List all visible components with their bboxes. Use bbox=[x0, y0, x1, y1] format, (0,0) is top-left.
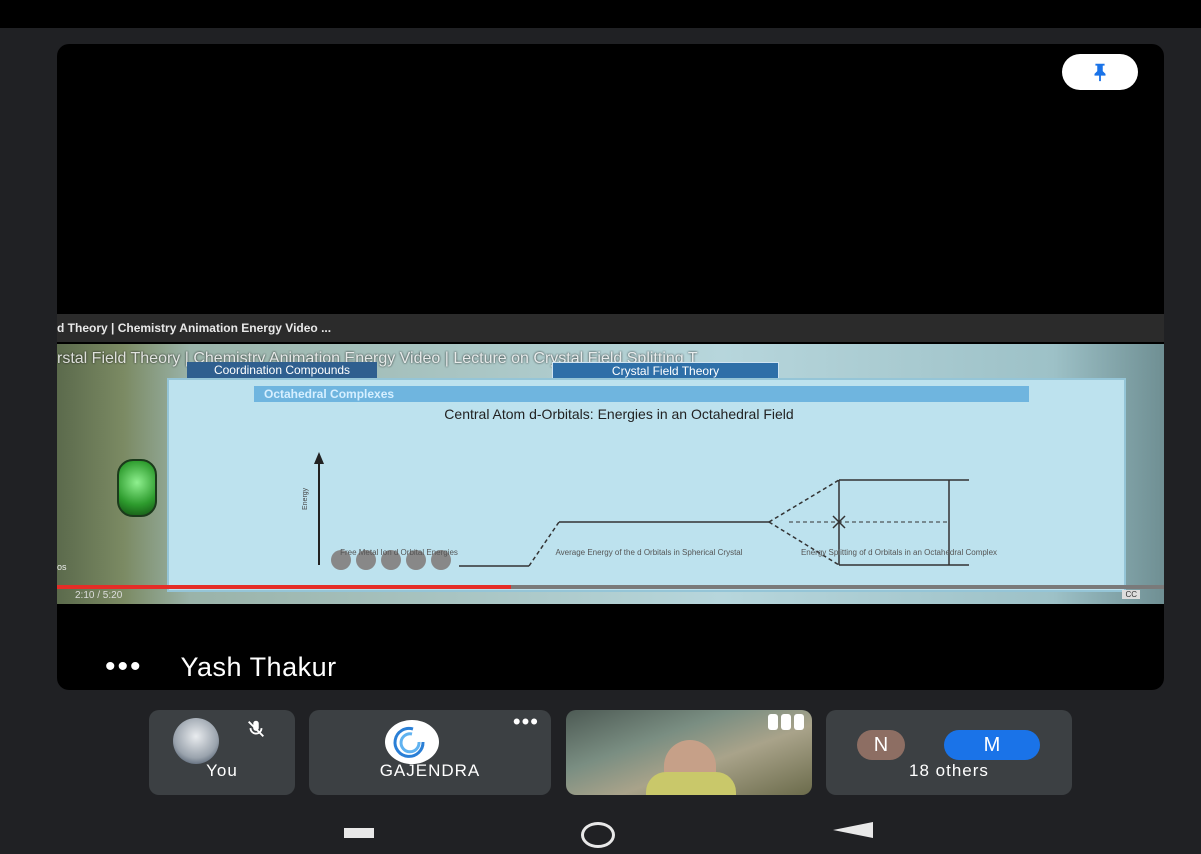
participant-tile-you[interactable]: You bbox=[149, 710, 295, 795]
orbital-diagram: Energy bbox=[302, 452, 969, 570]
participant-label: 18 others bbox=[909, 761, 989, 780]
avatar-chip-m: M bbox=[944, 730, 1040, 760]
video-side-knob bbox=[117, 459, 157, 517]
more-dots-icon[interactable]: ••• bbox=[513, 711, 539, 733]
lecture-slide: Octahedral Complexes Central Atom d-Orbi… bbox=[167, 378, 1126, 592]
caption-octahedral: Energy Splitting of d Orbitals in an Oct… bbox=[800, 548, 998, 557]
caption-spherical: Average Energy of the d Orbitals in Sphe… bbox=[555, 548, 743, 557]
status-bar bbox=[0, 0, 1201, 28]
navigation-bar bbox=[0, 800, 1201, 854]
participant-label: You bbox=[206, 761, 238, 780]
home-button[interactable] bbox=[581, 822, 615, 848]
participant-video-body bbox=[646, 772, 736, 795]
participant-tile-others[interactable]: N M 18 others bbox=[826, 710, 1072, 795]
energy-axis-label: Energy bbox=[302, 487, 309, 510]
tab-coordination-compounds: Coordination Compounds bbox=[187, 362, 377, 378]
participant-tile-gajendra[interactable]: ••• GAJENDRA bbox=[309, 710, 551, 795]
back-button[interactable] bbox=[833, 822, 873, 838]
presenter-name: Yash Thakur bbox=[180, 651, 337, 682]
shared-video[interactable]: rstal Field Theory | Chemistry Animation… bbox=[57, 344, 1164, 604]
participant-tile-video[interactable] bbox=[566, 710, 812, 795]
presenter-name-row: ••• Yash Thakur bbox=[57, 644, 1164, 690]
avatar bbox=[173, 718, 219, 764]
pin-icon bbox=[1094, 63, 1106, 82]
more-dots-icon[interactable]: ••• bbox=[105, 652, 143, 682]
pin-button[interactable] bbox=[1062, 54, 1138, 90]
captions-button[interactable]: CC bbox=[1122, 590, 1140, 599]
side-text: os bbox=[57, 562, 67, 572]
swirl-logo-icon bbox=[393, 726, 425, 758]
avatar-chip-n: N bbox=[857, 730, 905, 760]
avatar bbox=[385, 720, 439, 764]
video-progress-bar[interactable] bbox=[57, 585, 1164, 589]
participant-label: GAJENDRA bbox=[379, 761, 481, 780]
recents-button[interactable] bbox=[344, 828, 374, 838]
video-progress-fill bbox=[57, 585, 511, 589]
mic-off-icon bbox=[248, 720, 264, 737]
video-tab-title: d Theory | Chemistry Animation Energy Vi… bbox=[57, 314, 1164, 342]
more-options-icon[interactable] bbox=[768, 714, 804, 730]
main-presentation-tile[interactable]: d Theory | Chemistry Animation Energy Vi… bbox=[57, 44, 1164, 690]
video-time: 2:10 / 5:20 bbox=[75, 590, 123, 601]
caption-free-ion: Free Metal Ion d Orbital Energies bbox=[340, 548, 458, 557]
